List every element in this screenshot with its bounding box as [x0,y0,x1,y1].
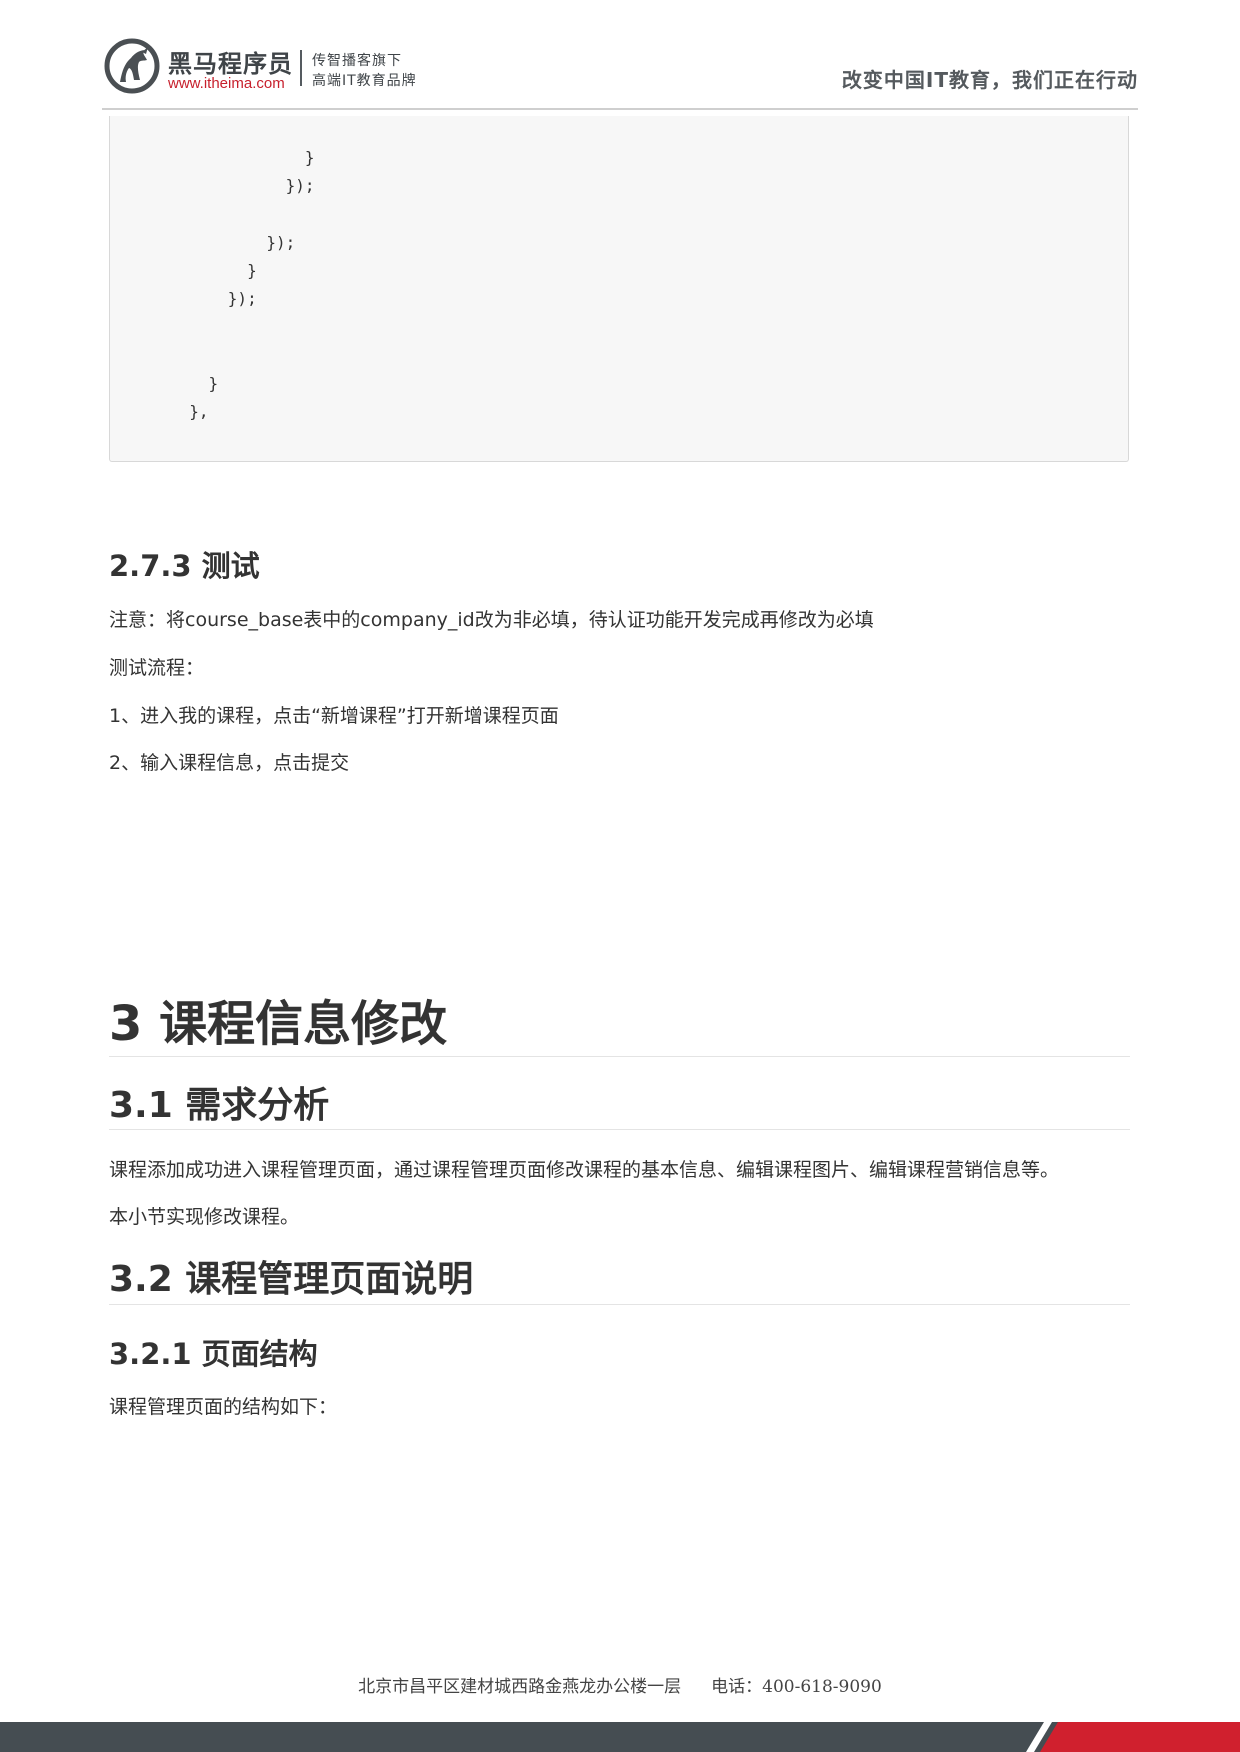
heading-3-2: 3.2 课程管理页面说明 [109,1259,474,1300]
footer-phone: 电话：400-618-9090 [711,1677,882,1697]
page-structure-paragraph: 课程管理页面的结构如下： [109,1396,338,1418]
heading-2-7-3: 2.7.3 测试 [109,549,260,583]
footer-address: 北京市昌平区建材城西路金燕龙办公楼一层 [358,1677,682,1697]
heading-3: 3 课程信息修改 [109,996,448,1052]
header-divider [102,108,1138,110]
heading-3-2-1: 3.2.1 页面结构 [109,1337,318,1371]
heading-3-rule [109,1056,1130,1057]
brand-tagline-1: 传智播客旗下 [312,53,402,69]
heading-3-2-rule [109,1304,1130,1305]
footer-bar [0,1722,1240,1752]
test-step-2: 2、输入课程信息，点击提交 [109,752,350,774]
brand-tagline-2: 高端IT教育品牌 [312,73,417,89]
requirements-paragraph-1: 课程添加成功进入课程管理页面，通过课程管理页面修改课程的基本信息、编辑课程图片、… [109,1159,1060,1181]
test-step-1: 1、进入我的课程，点击“新增课程”打开新增课程页面 [109,705,559,727]
heading-3-1: 3.1 需求分析 [109,1085,330,1126]
heading-3-1-rule [109,1129,1130,1130]
requirements-paragraph-2: 本小节实现修改课程。 [109,1206,300,1228]
page-footer: 北京市昌平区建材城西路金燕龙办公楼一层 电话：400-618-9090 [0,1672,1240,1697]
brand-url[interactable]: www.itheima.com [168,75,285,92]
horse-logo-icon [104,38,160,94]
note-paragraph: 注意：将course_base表中的company_id改为非必填，待认证功能开… [109,609,874,631]
page-header: 黑马程序员 www.itheima.com 传智播客旗下 高端IT教育品牌 改变… [0,0,1240,112]
code-text: } }); }); } }); } }, [189,148,315,421]
brand-divider [300,50,302,86]
test-flow-label: 测试流程： [109,657,205,679]
brand-name: 黑马程序员 [168,50,293,78]
code-block: } }); }); } }); } }, [109,116,1129,462]
header-slogan: 改变中国IT教育，我们正在行动 [841,68,1138,92]
